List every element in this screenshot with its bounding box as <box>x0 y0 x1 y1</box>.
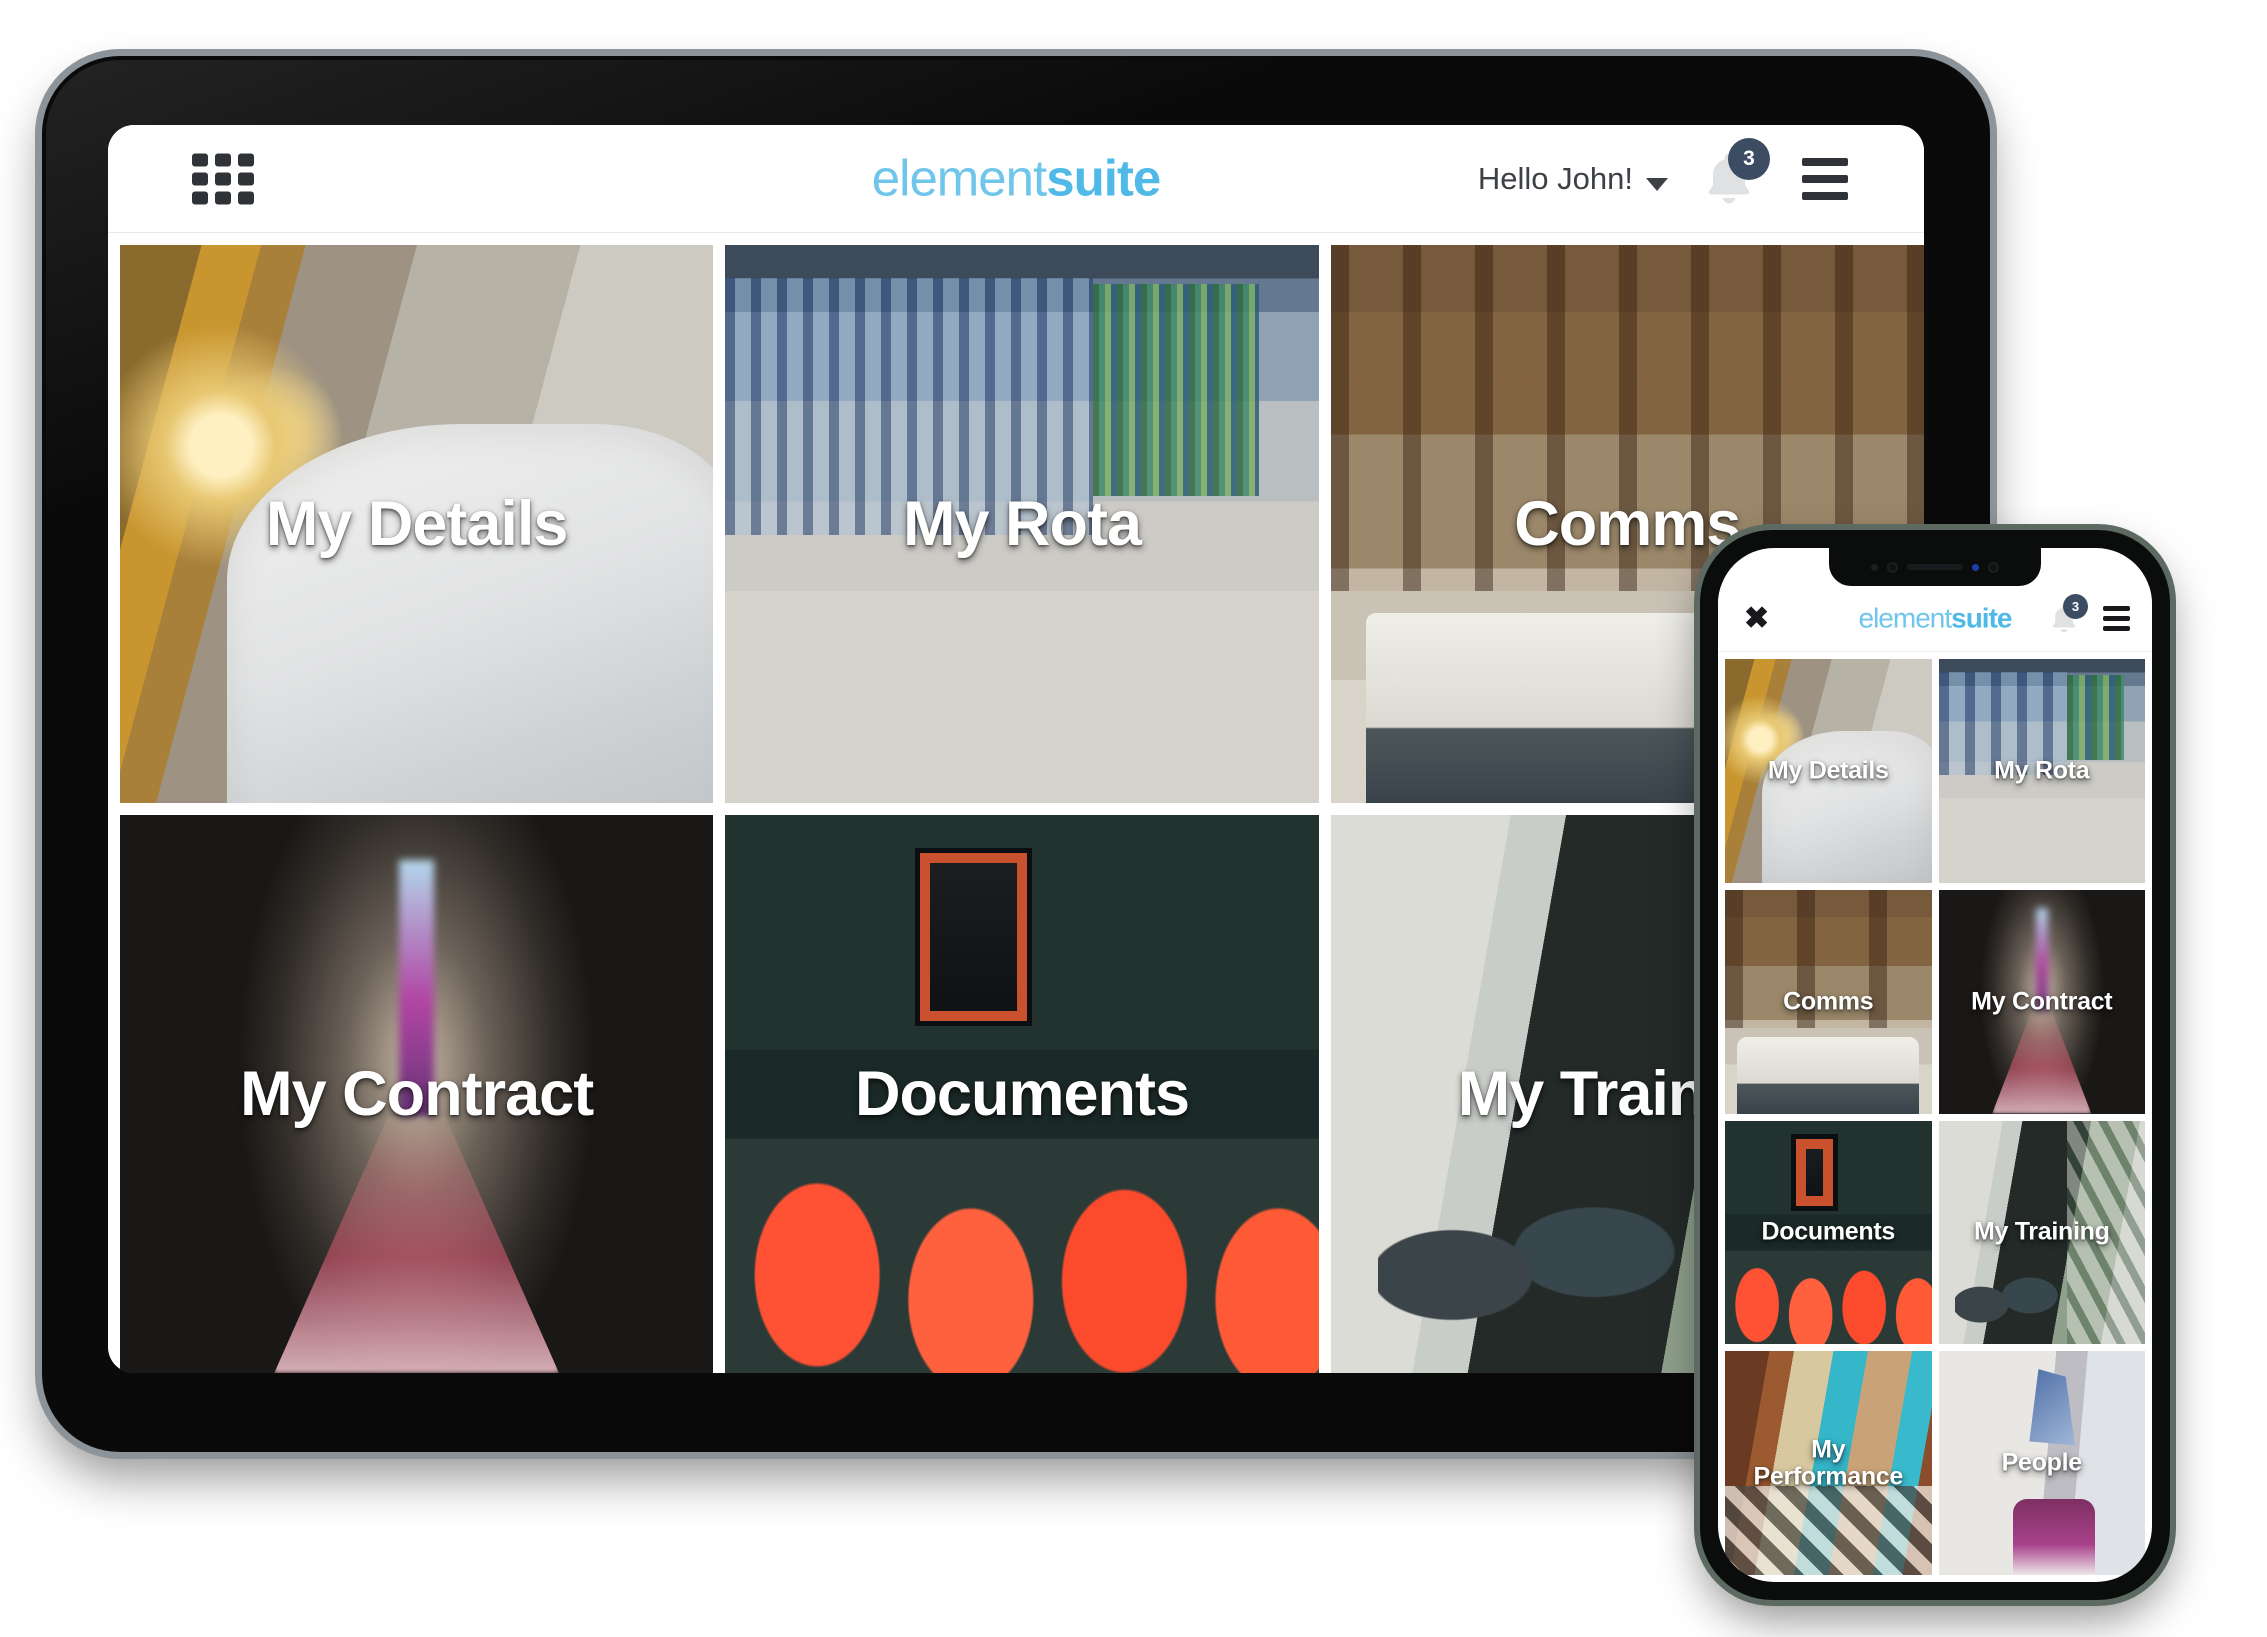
tile-my-contract[interactable]: My Contract <box>1938 889 2145 1114</box>
ir-camera-icon <box>1887 561 1898 573</box>
tile-documents[interactable]: Documents <box>725 815 1319 1373</box>
tile-my-performance[interactable]: My Performance <box>1725 1351 1932 1575</box>
tile-my-training[interactable]: My Training <box>1938 1120 2145 1345</box>
front-camera-icon <box>1972 563 1979 571</box>
notification-count-badge: 3 <box>2063 593 2088 619</box>
tile-label: My Rota <box>902 489 1142 559</box>
close-icon[interactable]: ✖ <box>1744 603 1769 634</box>
tablet-tile-grid: My Details My Rota Comms My Contract Doc… <box>108 233 1924 1373</box>
tile-my-details[interactable]: My Details <box>120 245 714 803</box>
phone-header-actions: 3 <box>2047 593 2130 636</box>
tablet-screen: elementsuite Hello John! 3 My Details My… <box>108 125 1924 1373</box>
tile-label: My Performance <box>1753 1435 1904 1491</box>
phone-screen: ✖ elementsuite 3 My Details My Rota Comm… <box>1718 548 2152 1582</box>
phone-tile-grid: My Details My Rota Comms My Contract Doc… <box>1718 652 2152 1582</box>
tile-label: Documents <box>854 1059 1190 1129</box>
tile-my-rota[interactable]: My Rota <box>1938 659 2145 883</box>
tile-label: My Details <box>1767 756 1889 785</box>
phone-app-header: ✖ elementsuite 3 <box>1718 586 2152 652</box>
tile-my-contract[interactable]: My Contract <box>120 815 714 1373</box>
tile-label: My Rota <box>1994 756 2090 785</box>
tile-documents[interactable]: Documents <box>1725 1120 1932 1345</box>
tile-label: Documents <box>1761 1217 1896 1246</box>
tile-label: My Contract <box>1971 987 2113 1016</box>
tablet-app-header: elementsuite Hello John! 3 <box>108 125 1924 233</box>
earpiece-speaker <box>1907 564 1963 570</box>
notifications-button[interactable]: 3 <box>2047 593 2088 636</box>
ambient-light-sensor-icon <box>1988 561 1999 573</box>
tile-label: My Training <box>1973 1217 2110 1246</box>
app-logo[interactable]: elementsuite <box>1858 601 2013 633</box>
apps-grid-icon[interactable] <box>192 153 254 204</box>
tile-my-details[interactable]: My Details <box>1725 659 1932 883</box>
tile-comms[interactable]: Comms <box>1725 889 1932 1114</box>
notification-count-badge: 3 <box>1728 137 1770 180</box>
tile-my-rota[interactable]: My Rota <box>725 245 1319 803</box>
app-logo[interactable]: elementsuite <box>871 148 1162 206</box>
proximity-sensor-icon <box>1871 563 1878 571</box>
tile-label: My Contract <box>240 1059 594 1129</box>
background-plate-top-right <box>2008 47 2267 352</box>
phone-notch <box>1829 548 2041 586</box>
logo-text-element: element <box>1858 601 1953 633</box>
hamburger-menu-icon[interactable] <box>1802 157 1848 200</box>
logo-text-suite: suite <box>1046 148 1161 206</box>
background-plate-bottom <box>32 1506 1700 1637</box>
tile-people[interactable]: People <box>1938 1351 2145 1575</box>
chevron-down-icon <box>1646 177 1668 191</box>
logo-text-suite: suite <box>1951 601 2012 633</box>
user-menu[interactable]: Hello John! <box>1478 161 1668 197</box>
notifications-button[interactable]: 3 <box>1698 137 1770 210</box>
tile-label: People <box>2001 1448 2082 1477</box>
screenshot-stage: elementsuite Hello John! 3 My Details My… <box>0 0 2267 1637</box>
tablet-device-mockup: elementsuite Hello John! 3 My Details My… <box>42 56 1990 1452</box>
tablet-header-actions: Hello John! 3 <box>1478 137 1848 210</box>
phone-device-mockup: ✖ elementsuite 3 My Details My Rota Comm… <box>1700 530 2170 1600</box>
tile-label: Comms <box>1783 987 1874 1016</box>
logo-text-element: element <box>871 148 1047 206</box>
hamburger-menu-icon[interactable] <box>2103 606 2130 631</box>
tile-label: My Details <box>265 489 569 559</box>
user-greeting-label: Hello John! <box>1477 160 1633 196</box>
